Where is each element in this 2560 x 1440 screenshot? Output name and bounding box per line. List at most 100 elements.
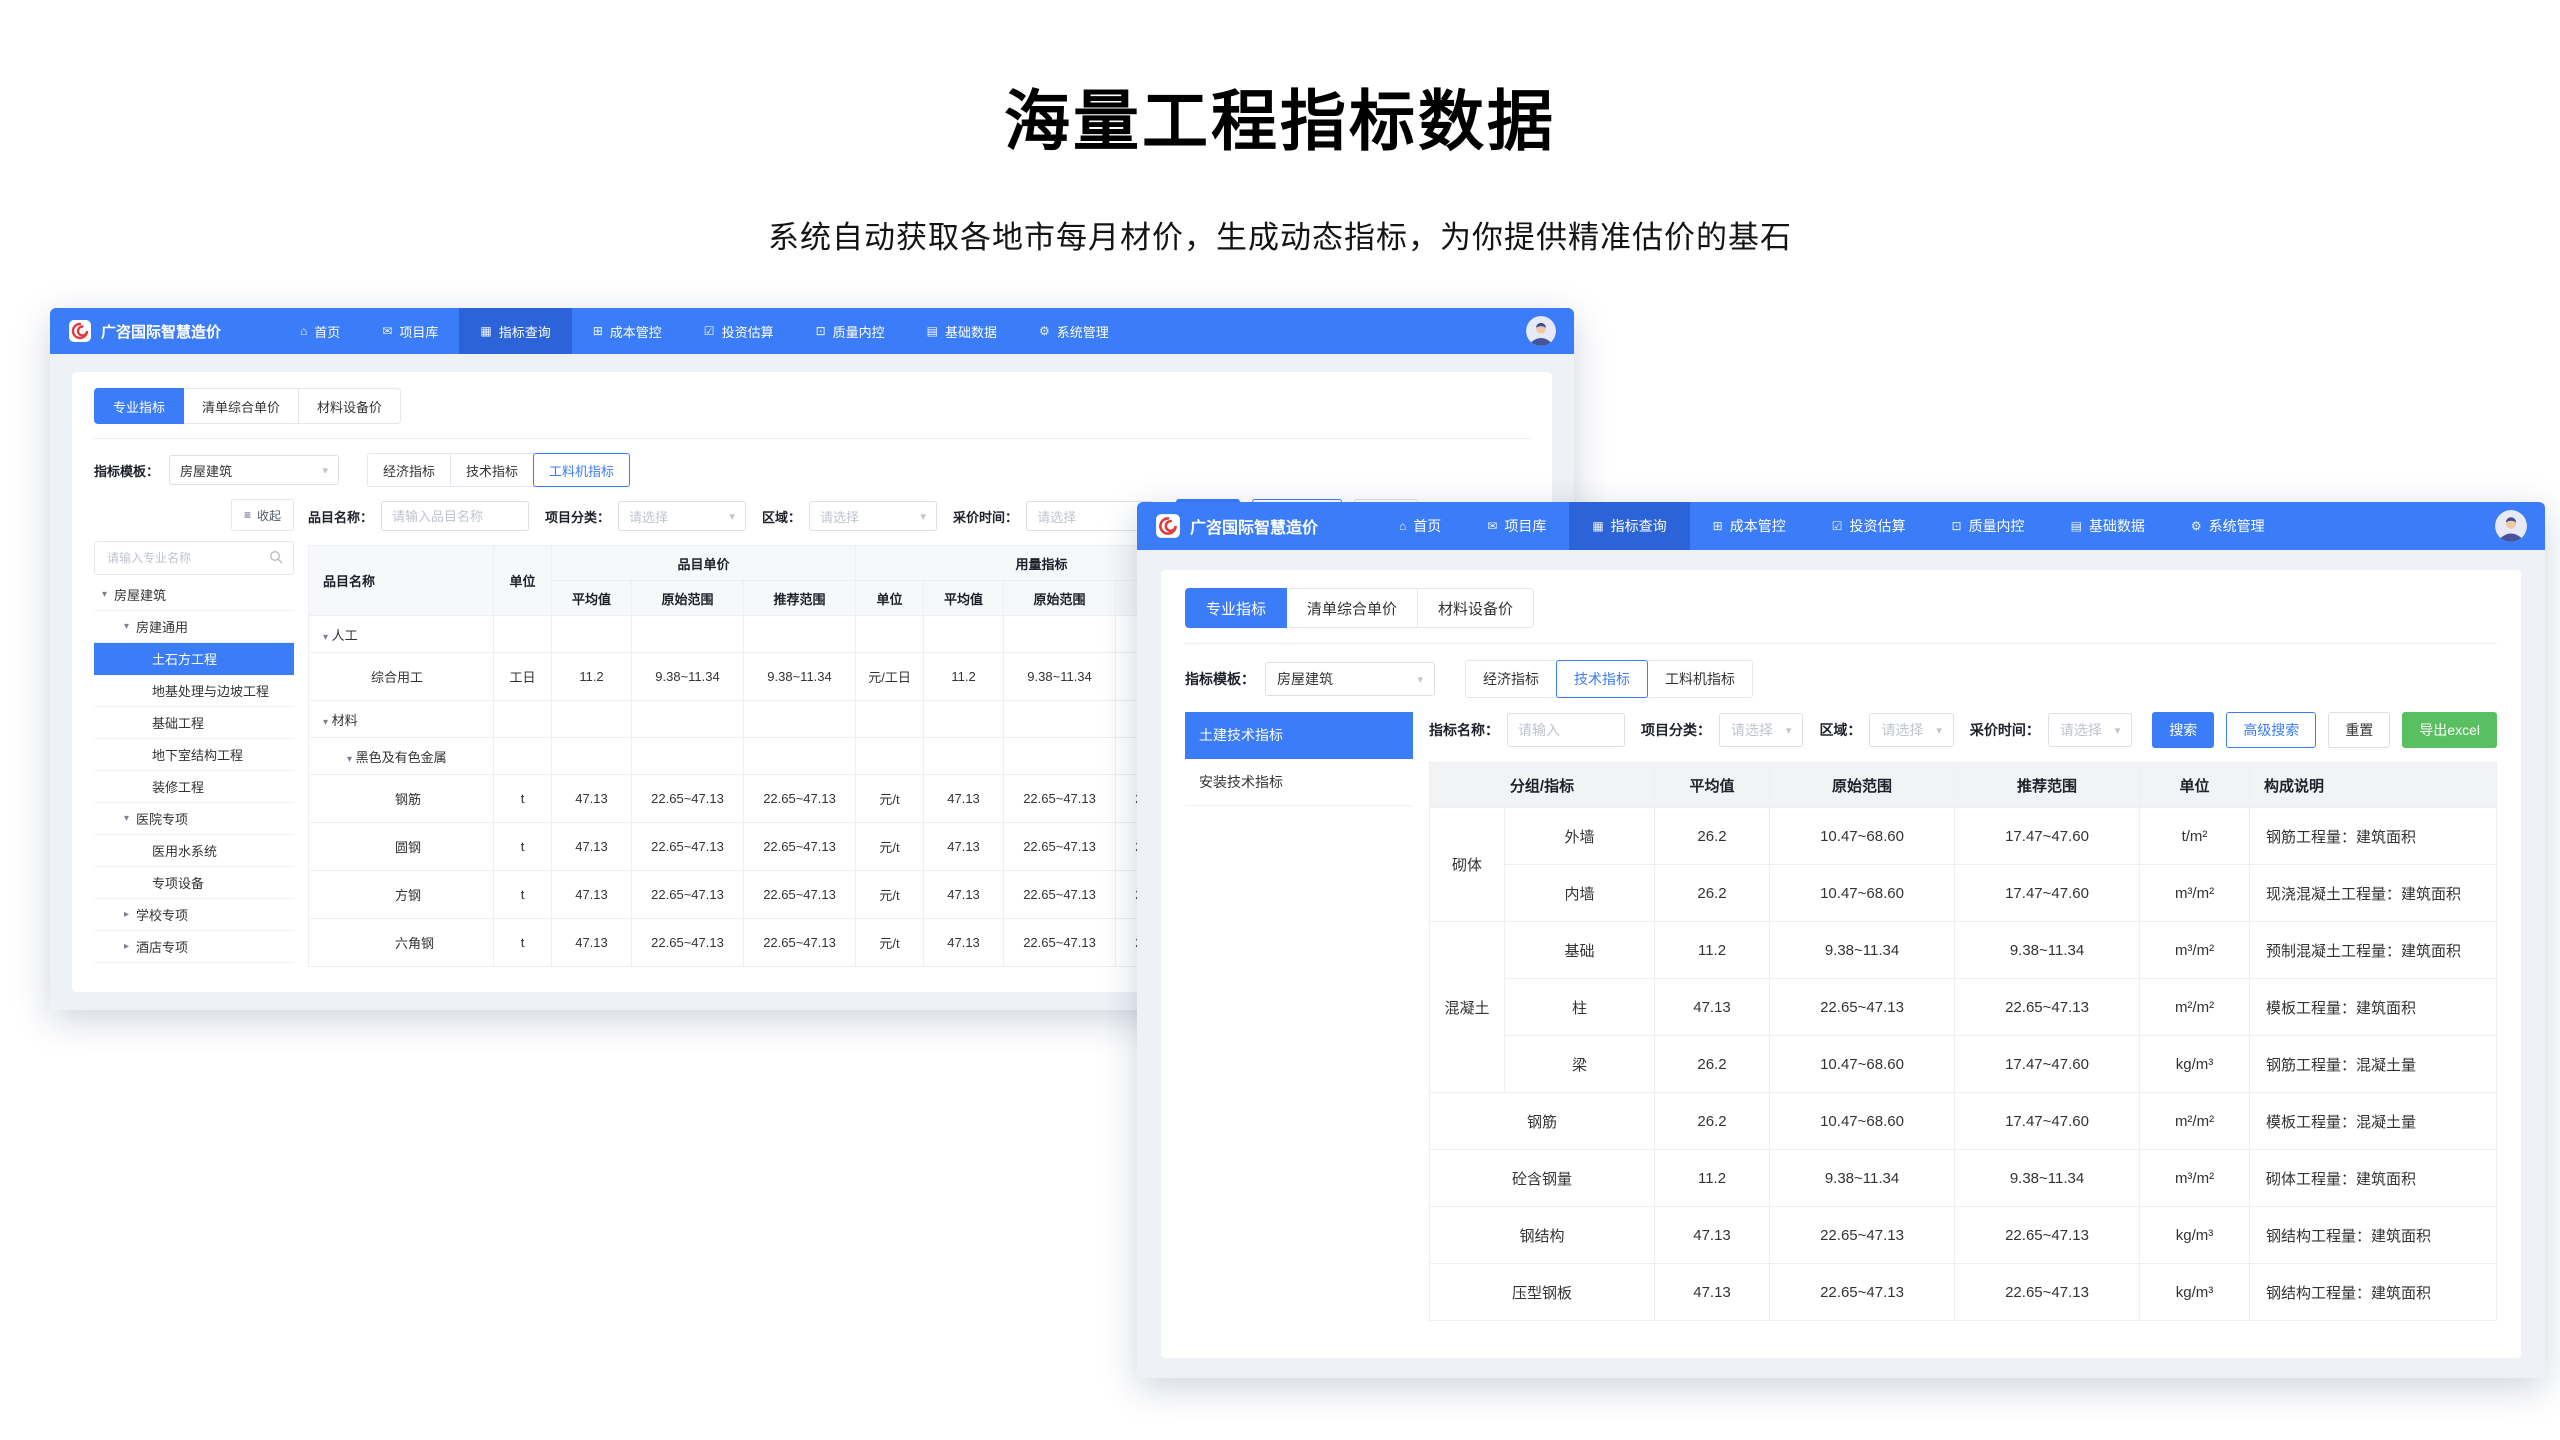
col-recommended-range: 推荐范围 [1955,763,2140,808]
tree-item-decoration[interactable]: 装修工程 [94,771,294,803]
tree-label: 专项设备 [152,873,204,892]
tree-item-medical-water[interactable]: 医用水系统 [94,835,294,867]
sidebar-item-installation-technical[interactable]: 安装技术指标 [1185,759,1413,806]
chevron-right-icon: ▸ [124,941,129,952]
indicator-name-input[interactable] [1507,713,1625,747]
region-select[interactable]: 请选择▾ [1869,713,1953,747]
user-avatar[interactable] [2495,510,2527,542]
tab-professional-indicators[interactable]: 专业指标 [94,388,184,424]
main-split: 土建技术指标 安装技术指标 指标名称： 项目分类： 请选择▾ 区域： 请选择▾ [1185,712,2497,1321]
brand-logo[interactable]: 广咨国际智慧造价 [1155,513,1318,539]
price-time-select[interactable]: 请选择▾ [2048,713,2132,747]
table-group-row[interactable]: ▾ 材料 [309,701,1228,738]
nav-item-indicator-query[interactable]: ▦指标查询 [459,308,571,354]
nav-label: 基础数据 [945,322,997,341]
nav-item-system-admin[interactable]: ⚙系统管理 [2168,502,2288,550]
type-technical[interactable]: 技术指标 [1556,660,1648,698]
sidebar-search-input[interactable] [105,550,269,566]
type-economic[interactable]: 经济指标 [367,453,451,487]
advanced-search-button[interactable]: 高级搜索 [2226,712,2316,748]
search-button[interactable]: 搜索 [2152,712,2214,748]
item-link[interactable]: 综合用工 [309,653,494,701]
tab-material-equipment-price[interactable]: 材料设备价 [1418,588,1534,628]
template-row: 指标模板： 房屋建筑 ▾ 经济指标 技术指标 工料机指标 [1185,660,2497,698]
nav-item-cost-control[interactable]: ⊞成本管控 [1690,502,1809,550]
nav-item-system-admin[interactable]: ⚙系统管理 [1018,308,1130,354]
type-labor-material[interactable]: 工料机指标 [1647,660,1753,698]
nav-item-quality-control[interactable]: ⊡质量内控 [795,308,906,354]
col-average: 平均值 [1655,763,1770,808]
nav-label: 指标查询 [1611,516,1667,536]
item-link[interactable]: 钢筋 [309,775,494,823]
tab-material-equipment-price[interactable]: 材料设备价 [299,388,401,424]
brand-logo[interactable]: 广咨国际智慧造价 [68,319,221,343]
tree-item-earthwork[interactable]: 土石方工程 [94,643,294,675]
collapse-row: ≡ 收起 [94,499,294,531]
region-select[interactable]: 请选择▾ [809,501,937,531]
category-tree: ▾房屋建筑 ▾房建通用 土石方工程 地基处理与边坡工程 基础工程 地下室结构工程… [94,579,294,963]
nav-item-indicator-query[interactable]: ▦指标查询 [1569,502,1689,550]
base-data-icon: ▤ [927,324,938,338]
tree-item-housing-general[interactable]: ▾房建通用 [94,611,294,643]
nav-item-home[interactable]: ⌂首页 [279,308,361,354]
export-excel-button[interactable]: 导出excel [2402,712,2497,748]
table-row: 圆钢 t 47.13 22.65~47.13 22.65~47.13 元/t 4… [309,823,1228,871]
nav-item-project-library[interactable]: ✉项目库 [1464,502,1569,550]
base-data-icon: ▤ [2071,519,2082,533]
table-group-row[interactable]: ▾ 黑色及有色金属 [309,738,1228,775]
tree-item-hotel-special[interactable]: ▸ 酒店专项 [94,931,294,963]
nav-item-quality-control[interactable]: ⊡质量内控 [1929,502,2048,550]
group-label: 材料 [332,713,358,728]
type-economic[interactable]: 经济指标 [1465,660,1557,698]
page-subtitle: 系统自动获取各地市每月材价，生成动态指标，为你提供精准估价的基石 [0,212,2560,257]
category-select[interactable]: 请选择▾ [618,501,746,531]
tab-list-composite-price[interactable]: 清单综合单价 [1287,588,1418,628]
tree-label: 地基处理与边坡工程 [152,681,269,700]
tab-list-composite-price[interactable]: 清单综合单价 [184,388,299,424]
item-name-input[interactable] [381,501,529,531]
table-group-row[interactable]: ▾ 人工 [309,616,1228,653]
nav-item-base-data[interactable]: ▤ 基础数据 [906,308,1018,354]
category-select[interactable]: 请选择▾ [1719,713,1803,747]
tree-item-housing[interactable]: ▾房屋建筑 [94,579,294,611]
price-time-select[interactable]: 请选择▾ [1026,501,1154,531]
item-link[interactable]: 方钢 [309,871,494,919]
sidebar-item-civil-technical[interactable]: 土建技术指标 [1185,712,1413,759]
nav-item-cost-control[interactable]: ⊞成本管控 [572,308,683,354]
type-technical[interactable]: 技术指标 [450,453,534,487]
table-row: 砼含钢量 11.2 9.38~11.34 9.38~11.34 m³/m² 砌体… [1430,1150,2497,1207]
page-content: 专业指标 清单综合单价 材料设备价 指标模板： 房屋建筑 ▾ 经济指标 技术指标… [1137,550,2545,1378]
group-label: 黑色及有色金属 [356,750,447,765]
tree-item-hospital-special[interactable]: ▾医院专项 [94,803,294,835]
technical-indicator-table: 分组/指标 平均值 原始范围 推荐范围 单位 构成说明 [1429,762,2497,1321]
indicator-query-icon: ▦ [480,324,491,338]
nav-item-base-data[interactable]: ▤基础数据 [2048,502,2168,550]
nav-item-investment-estimate[interactable]: ☑投资估算 [683,308,795,354]
item-name-label: 品目名称： [308,507,373,526]
project-library-icon: ✉ [1487,519,1497,533]
col-group-indicator: 分组/指标 [1430,763,1655,808]
item-link[interactable]: 圆钢 [309,823,494,871]
nav-item-project-library[interactable]: ✉项目库 [361,308,459,354]
tree-item-ground-treatment[interactable]: 地基处理与边坡工程 [94,675,294,707]
user-avatar[interactable] [1526,316,1556,346]
nav-item-home[interactable]: ⌂首页 [1376,502,1464,550]
collapse-icon: ≡ [244,508,251,522]
tab-professional-indicators[interactable]: 专业指标 [1185,588,1287,628]
tree-item-special-equipment[interactable]: 专项设备 [94,867,294,899]
nav-label: 系统管理 [2209,516,2265,536]
tree-item-school-special[interactable]: ▸学校专项 [94,899,294,931]
chevron-right-icon: ▸ [124,909,129,920]
collapse-button[interactable]: ≡ 收起 [231,499,294,531]
item-link[interactable]: 六角钢 [309,919,494,967]
template-select[interactable]: 房屋建筑 ▾ [169,455,339,485]
nav-item-investment-estimate[interactable]: ☑投资估算 [1809,502,1929,550]
group-cell: 混凝土 [1430,922,1505,1093]
tree-item-foundation[interactable]: 基础工程 [94,707,294,739]
type-labor-material[interactable]: 工料机指标 [533,453,630,487]
reset-button[interactable]: 重置 [2328,712,2390,748]
template-select[interactable]: 房屋建筑 ▾ [1265,662,1435,696]
tree-item-basement-structure[interactable]: 地下室结构工程 [94,739,294,771]
tree-label: 酒店专项 [136,937,188,956]
chevron-down-icon: ▾ [1786,724,1792,737]
